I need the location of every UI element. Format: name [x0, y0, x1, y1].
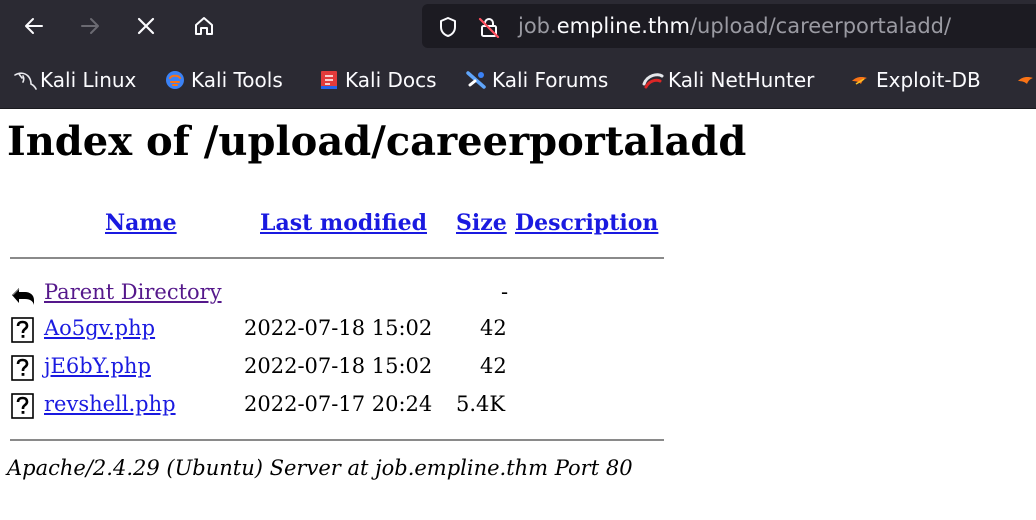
- arrow-right-icon: [81, 18, 99, 34]
- browser-toolbar: job.empline.thm/upload/careerportaladd/: [0, 0, 1036, 52]
- bookmark-kali-forums[interactable]: Kali Forums: [466, 67, 608, 93]
- unknown-file-icon: [11, 317, 34, 343]
- insecure-lock-icon[interactable]: [478, 16, 500, 38]
- row-modified: 2022-07-18 15:02: [244, 316, 433, 340]
- bookmark-label: Kali Forums: [492, 68, 609, 92]
- close-icon: [137, 17, 155, 35]
- forward-button[interactable]: [72, 8, 108, 44]
- page-title: Index of /upload/careerportaladd: [7, 118, 747, 165]
- exploit-db-icon: [1016, 70, 1036, 90]
- row-size: 5.4K: [456, 392, 506, 416]
- column-header-description[interactable]: Description: [515, 210, 658, 236]
- unknown-file-icon: [11, 393, 34, 419]
- exploit-db-icon: [850, 70, 870, 90]
- column-header-name[interactable]: Name: [105, 210, 177, 236]
- home-icon: [195, 17, 213, 35]
- bookmark-label: Kali NetHunter: [668, 68, 815, 92]
- column-header-last-modified[interactable]: Last modified: [260, 210, 427, 236]
- file-link[interactable]: jE6bY.php: [44, 354, 151, 378]
- file-link[interactable]: Ao5gv.php: [44, 316, 155, 340]
- server-signature: Apache/2.4.29 (Ubuntu) Server at job.emp…: [7, 456, 633, 480]
- arrow-left-icon: [25, 18, 43, 34]
- parent-directory-link[interactable]: Parent Directory: [44, 280, 222, 304]
- bookmark-kali-tools[interactable]: Kali Tools: [165, 67, 283, 93]
- bookmark-kali-linux[interactable]: Kali Linux: [14, 67, 136, 93]
- stop-button[interactable]: [128, 8, 164, 44]
- file-link[interactable]: revshell.php: [44, 392, 176, 416]
- row-modified: 2022-07-17 20:24: [244, 392, 433, 416]
- bookmark-label: Kali Linux: [40, 68, 137, 92]
- unknown-file-icon: [11, 355, 34, 381]
- column-header-size[interactable]: Size: [456, 210, 507, 236]
- bookmark-kali-docs[interactable]: Kali Docs: [319, 67, 437, 93]
- shield-icon[interactable]: [438, 16, 458, 38]
- row-modified: 2022-07-18 15:02: [244, 354, 433, 378]
- url-domain: empline.thm: [556, 14, 690, 38]
- url-prefix: job.: [518, 14, 557, 38]
- back-button[interactable]: [16, 8, 52, 44]
- back-folder-icon: [12, 288, 34, 305]
- bookmark-exploit-db[interactable]: Exploit-DB: [850, 67, 981, 93]
- kali-dragon-icon: [14, 70, 37, 90]
- bookmark-overflow[interactable]: [1016, 67, 1036, 93]
- bookmark-kali-nethunter[interactable]: Kali NetHunter: [642, 67, 814, 93]
- row-size: -: [501, 280, 509, 304]
- row-size: 42: [480, 316, 507, 340]
- kali-forums-icon: [466, 70, 486, 90]
- home-button[interactable]: [186, 8, 222, 44]
- header-divider: [10, 257, 664, 259]
- row-size: 42: [480, 354, 507, 378]
- bookmark-label: Kali Docs: [345, 68, 437, 92]
- url-path: /upload/careerportaladd/: [689, 14, 952, 38]
- kali-nethunter-icon: [642, 70, 664, 90]
- bookmarks-toolbar: Kali Linux Kali Tools Kali Docs Kali For…: [0, 52, 1036, 109]
- address-bar[interactable]: job.empline.thm/upload/careerportaladd/: [422, 4, 1036, 48]
- bookmark-label: Exploit-DB: [876, 68, 981, 92]
- footer-divider: [10, 439, 664, 441]
- kali-tools-icon: [165, 70, 185, 90]
- bookmark-label: Kali Tools: [191, 68, 283, 92]
- kali-docs-icon: [319, 70, 339, 90]
- url-text[interactable]: job.empline.thm/upload/careerportaladd/: [518, 14, 951, 38]
